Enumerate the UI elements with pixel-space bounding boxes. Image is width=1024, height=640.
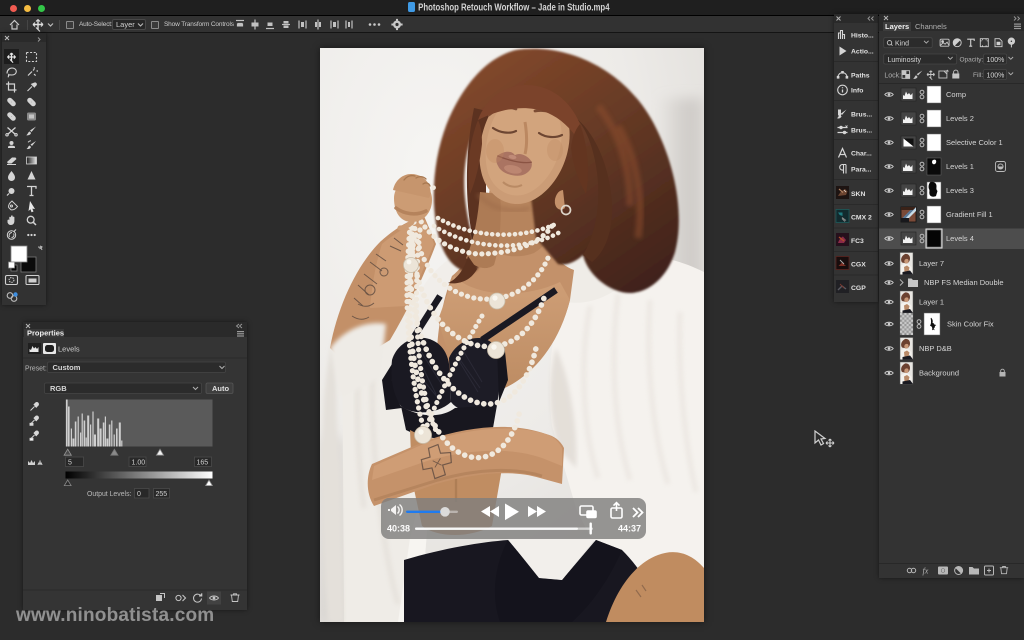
svg-text:Char...: Char... bbox=[851, 151, 872, 158]
svg-text:100%: 100% bbox=[987, 57, 1005, 64]
svg-text:CGX: CGX bbox=[851, 262, 866, 269]
svg-text:fx: fx bbox=[923, 567, 929, 576]
svg-text:Background: Background bbox=[919, 369, 959, 378]
svg-text:Histo...: Histo... bbox=[851, 33, 874, 40]
svg-text:Channels: Channels bbox=[915, 22, 947, 31]
svg-text:Para...: Para... bbox=[851, 167, 872, 174]
svg-text:Opacity:: Opacity: bbox=[960, 57, 984, 64]
svg-text:FC3: FC3 bbox=[851, 238, 864, 245]
svg-text:NBP FS Median Double: NBP FS Median Double bbox=[924, 278, 1004, 287]
svg-text:Output Levels:: Output Levels: bbox=[87, 491, 132, 498]
svg-text:Info: Info bbox=[851, 88, 863, 95]
svg-text:Levels 3: Levels 3 bbox=[946, 186, 974, 195]
svg-text:Selective Color 1: Selective Color 1 bbox=[946, 138, 1003, 147]
svg-text:Properties: Properties bbox=[27, 329, 64, 338]
svg-text:Levels 2: Levels 2 bbox=[946, 114, 974, 123]
svg-text:SKN: SKN bbox=[851, 191, 865, 198]
svg-text:CGP: CGP bbox=[851, 285, 866, 292]
svg-text:Kind: Kind bbox=[895, 41, 909, 48]
svg-text:100%: 100% bbox=[987, 72, 1005, 79]
svg-text:Brus...: Brus... bbox=[851, 112, 872, 119]
svg-text:Brus...: Brus... bbox=[851, 128, 872, 135]
svg-text:165: 165 bbox=[197, 459, 209, 466]
svg-text:Layer 1: Layer 1 bbox=[919, 298, 944, 307]
svg-text:Auto: Auto bbox=[212, 384, 229, 393]
svg-text:Lock:: Lock: bbox=[884, 72, 901, 79]
svg-text:Layer 7: Layer 7 bbox=[919, 259, 944, 268]
svg-text:NBP D&B: NBP D&B bbox=[919, 344, 952, 353]
svg-text:Gradient Fill 1: Gradient Fill 1 bbox=[946, 210, 993, 219]
svg-text:Paths: Paths bbox=[851, 73, 870, 80]
svg-text:44:37: 44:37 bbox=[618, 524, 641, 534]
svg-text:Levels: Levels bbox=[58, 345, 80, 354]
svg-text:Levels 4: Levels 4 bbox=[946, 234, 974, 243]
svg-text:CMX 2: CMX 2 bbox=[851, 215, 872, 222]
svg-text:Levels 1: Levels 1 bbox=[946, 162, 974, 171]
svg-text:Luminosity: Luminosity bbox=[888, 57, 922, 64]
svg-text:40:38: 40:38 bbox=[387, 524, 410, 534]
svg-text:255: 255 bbox=[156, 491, 168, 498]
svg-text:Comp: Comp bbox=[946, 90, 966, 99]
svg-text:Layers: Layers bbox=[885, 22, 909, 31]
svg-text:5: 5 bbox=[68, 459, 72, 466]
svg-text:Custom: Custom bbox=[53, 363, 81, 372]
svg-text:Skin Color Fix: Skin Color Fix bbox=[947, 320, 994, 329]
svg-text:Preset:: Preset: bbox=[25, 366, 47, 373]
svg-text:Fill:: Fill: bbox=[973, 72, 983, 79]
svg-text:1.00: 1.00 bbox=[132, 459, 146, 466]
svg-text:0: 0 bbox=[137, 491, 141, 498]
svg-text:RGB: RGB bbox=[50, 384, 67, 393]
svg-text:Actio...: Actio... bbox=[851, 49, 874, 56]
